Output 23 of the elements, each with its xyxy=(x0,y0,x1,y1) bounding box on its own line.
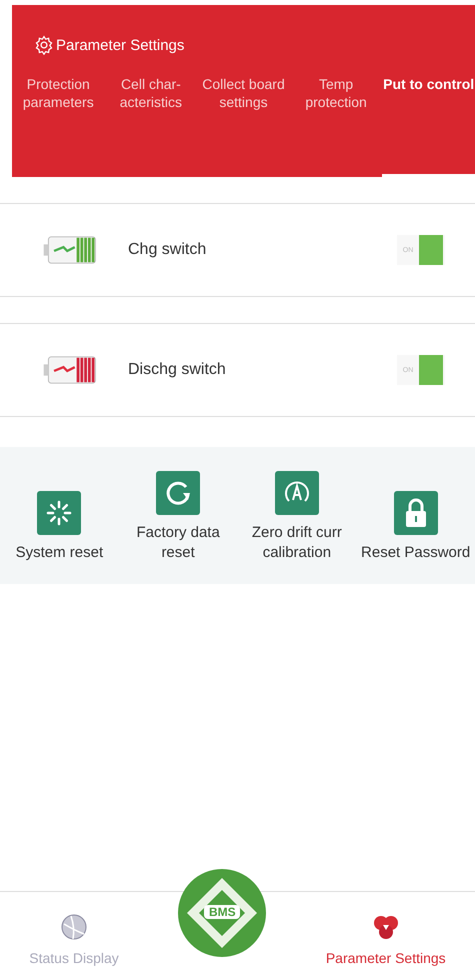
action-button[interactable]: Reset Password xyxy=(360,471,471,564)
page-title: Parameter Settings xyxy=(56,36,184,54)
action-button[interactable]: Factory data reset xyxy=(123,471,234,564)
globe-icon xyxy=(59,912,89,942)
action-button[interactable]: Zero drift curr calibration xyxy=(242,471,352,564)
spinner-icon xyxy=(37,491,82,536)
circled-a-icon xyxy=(274,471,319,515)
tab[interactable]: Collect board settings xyxy=(197,75,290,177)
tab[interactable]: Cell char-acteristics xyxy=(104,75,198,177)
tab[interactable]: Put to control xyxy=(382,75,475,177)
nav-tab[interactable]: Status Display xyxy=(29,912,119,970)
chip-icon xyxy=(177,868,268,958)
settings-icon xyxy=(34,35,54,55)
bms-logo[interactable]: BMS xyxy=(177,868,268,958)
nav-tab[interactable]: Parameter Settings xyxy=(326,912,446,970)
lock-icon xyxy=(394,491,438,536)
tab[interactable]: Protection parameters xyxy=(12,75,105,177)
tab[interactable]: Temp protection xyxy=(290,75,382,177)
logo-text: BMS xyxy=(204,905,240,919)
action-button[interactable]: System reset xyxy=(4,471,114,564)
switch-label: Chg switch xyxy=(128,241,208,259)
switch-label: Dischg switch xyxy=(128,361,227,379)
refresh-icon xyxy=(156,471,200,515)
